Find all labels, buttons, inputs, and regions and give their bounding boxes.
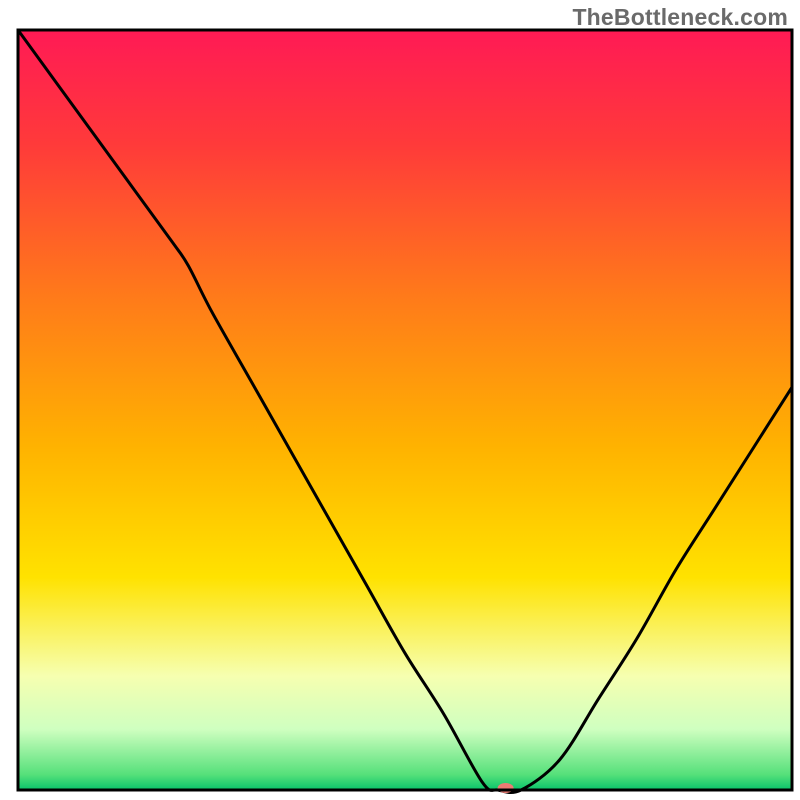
plot-background <box>18 30 792 790</box>
watermark-text: TheBottleneck.com <box>572 4 788 31</box>
bottleneck-chart <box>0 0 800 800</box>
chart-container: { "watermark": "TheBottleneck.com", "cha… <box>0 0 800 800</box>
